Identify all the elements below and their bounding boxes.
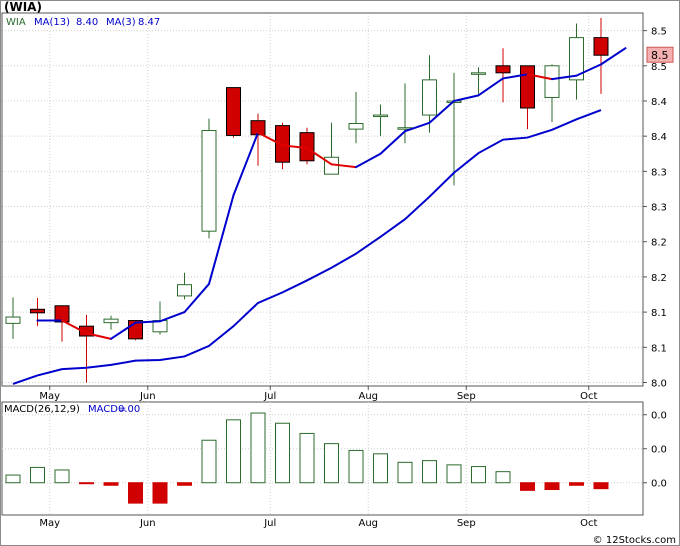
legend-symbol: WIA bbox=[6, 17, 26, 28]
candle-body-down bbox=[495, 65, 511, 74]
macd-bar-1 bbox=[30, 466, 45, 484]
candle-body-down bbox=[54, 305, 70, 323]
macd-bar-3 bbox=[79, 482, 94, 485]
price-y-tick-label-0: 8.0 bbox=[651, 378, 667, 389]
ma3-segment-5 bbox=[134, 320, 161, 324]
macd-x-tick-jul: Jul bbox=[263, 518, 276, 529]
macd-legend-value: 0.00 bbox=[118, 404, 140, 415]
candle-body-down bbox=[275, 125, 290, 163]
chart-stage: (WIA) WIA MA(13) 8.40 MA(3) 8.47 8.0 8.1 8.1 8.2 8… bbox=[0, 0, 680, 546]
macd-legend-label: MACD(26,12,9) bbox=[4, 404, 80, 415]
candle-body-up bbox=[373, 114, 388, 118]
watermark: © 12Stocks.com bbox=[593, 535, 676, 546]
legend-ma3-label: MA(3) bbox=[106, 17, 136, 28]
macd-bar-19 bbox=[471, 466, 486, 484]
macd-bar-20 bbox=[495, 471, 511, 484]
price-x-tick-jun: Jun bbox=[139, 391, 156, 402]
price-y-tick-label-1: 8.1 bbox=[651, 343, 667, 354]
outer-frame bbox=[0, 0, 680, 546]
legend-ma3-value: 8.47 bbox=[138, 17, 160, 28]
macd-bar-16 bbox=[397, 461, 413, 484]
price-y-tick-label-9: 8.5 bbox=[651, 62, 667, 73]
price-y-tick-label-8: 8.4 bbox=[651, 97, 667, 108]
macd-bar-14 bbox=[348, 449, 364, 484]
macd-bar-0 bbox=[5, 474, 21, 484]
macd-x-tick-may: May bbox=[39, 518, 60, 529]
macd-bar-12 bbox=[299, 432, 315, 484]
price-x-tick-oct: Oct bbox=[580, 391, 597, 402]
candle-body-up bbox=[348, 122, 364, 130]
macd-bar-2 bbox=[54, 469, 70, 484]
macd-bar-18 bbox=[446, 464, 462, 484]
price-y-tick-label-6: 8.3 bbox=[651, 167, 667, 178]
macd-x-tick-aug: Aug bbox=[358, 518, 378, 529]
macd-x-tick-oct: Oct bbox=[580, 518, 597, 529]
candle-9 bbox=[226, 87, 241, 138]
candle-body-up bbox=[544, 65, 560, 98]
macd-bar-11 bbox=[275, 422, 290, 484]
candle-body-down bbox=[30, 308, 45, 314]
macd-bar-9 bbox=[226, 419, 241, 484]
macd-bar-23 bbox=[569, 482, 584, 486]
macd-y-tick-label-0: 0.0 bbox=[651, 411, 667, 422]
legend-ma13-value: 8.40 bbox=[76, 17, 98, 28]
candle-body-up bbox=[177, 284, 192, 297]
macd-bar-24 bbox=[593, 482, 609, 490]
macd-bar-22 bbox=[544, 482, 560, 491]
candle-body-down bbox=[226, 87, 241, 136]
candle-body-down bbox=[520, 65, 535, 109]
macd-bar-15 bbox=[373, 453, 388, 484]
macd-bar-13 bbox=[324, 443, 339, 484]
macd-bar-10 bbox=[250, 412, 266, 484]
price-x-tick-sep: Sep bbox=[457, 391, 476, 402]
legend-ma13-label: MA(13) bbox=[34, 17, 70, 28]
price-x-tick-may: May bbox=[39, 391, 60, 402]
candle-body-down bbox=[593, 37, 609, 56]
candle-8 bbox=[201, 118, 217, 239]
candle-body-up bbox=[201, 130, 217, 232]
candle-body-up bbox=[5, 316, 21, 324]
macd-bar-17 bbox=[422, 460, 437, 484]
macd-x-tick-jun: Jun bbox=[139, 518, 156, 529]
candle-12 bbox=[299, 127, 315, 165]
macd-bar-21 bbox=[520, 482, 535, 491]
macd-y-tick-label-1: 0.0 bbox=[651, 445, 667, 456]
macd-bar-5 bbox=[128, 482, 143, 504]
stock-chart: (WIA) WIA MA(13) 8.40 MA(3) 8.47 8.0 8.1 8.1 8.2 8… bbox=[0, 0, 680, 546]
macd-bar-8 bbox=[201, 439, 217, 484]
candle-body-up bbox=[471, 72, 486, 75]
price-y-tick-label-10: 8.5 bbox=[651, 27, 667, 38]
macd-bar-6 bbox=[152, 482, 168, 504]
candle-body-up bbox=[103, 318, 119, 324]
price-y-tick-label-3: 8.2 bbox=[651, 273, 667, 284]
last-price-tag-label: 8.5 bbox=[651, 49, 669, 62]
price-y-tick-label-2: 8.1 bbox=[651, 308, 667, 319]
price-y-tick-label-5: 8.3 bbox=[651, 203, 667, 214]
candle-body-up bbox=[422, 79, 437, 116]
macd-x-tick-sep: Sep bbox=[457, 518, 476, 529]
price-x-tick-jul: Jul bbox=[263, 391, 276, 402]
price-y-tick-label-4: 8.2 bbox=[651, 238, 667, 249]
macd-y-tick-label-2: 0.0 bbox=[651, 479, 667, 490]
macd-bar-7 bbox=[177, 482, 192, 486]
price-y-tick-label-7: 8.4 bbox=[651, 132, 667, 143]
chart-title: (WIA) bbox=[4, 0, 42, 14]
price-x-tick-aug: Aug bbox=[358, 391, 378, 402]
macd-bar-4 bbox=[103, 482, 119, 486]
